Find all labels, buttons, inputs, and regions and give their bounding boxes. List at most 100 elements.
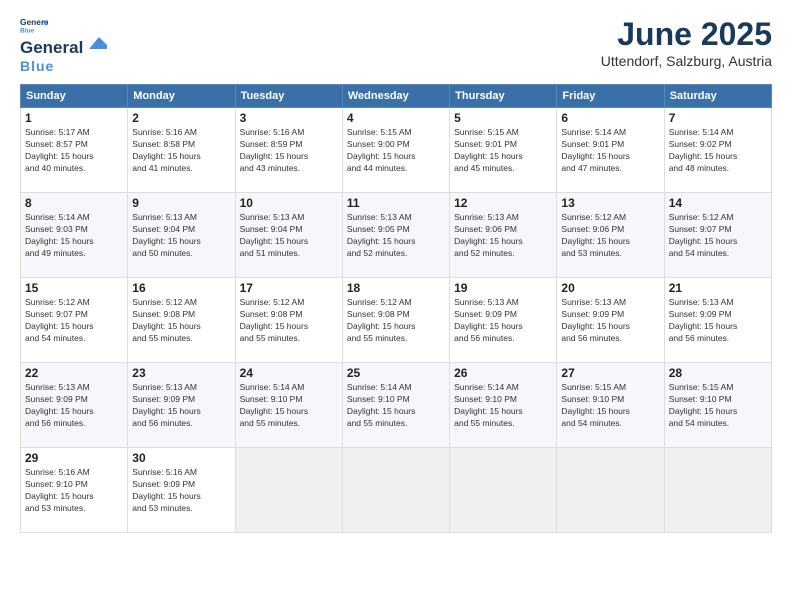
day-info: Sunrise: 5:14 AMSunset: 9:01 PMDaylight:… <box>561 127 630 173</box>
calendar-week-4: 22 Sunrise: 5:13 AMSunset: 9:09 PMDayligh… <box>21 363 772 448</box>
day-number: 21 <box>669 281 767 295</box>
day-number: 19 <box>454 281 552 295</box>
day-7: 7 Sunrise: 5:14 AMSunset: 9:02 PMDaylight… <box>664 108 771 193</box>
day-16: 16 Sunrise: 5:12 AMSunset: 9:08 PMDayligh… <box>128 278 235 363</box>
day-number: 3 <box>240 111 338 125</box>
day-22: 22 Sunrise: 5:13 AMSunset: 9:09 PMDayligh… <box>21 363 128 448</box>
day-info: Sunrise: 5:14 AMSunset: 9:10 PMDaylight:… <box>347 382 416 428</box>
col-saturday: Saturday <box>664 85 771 108</box>
day-number: 23 <box>132 366 230 380</box>
page: General Blue General Blue June 2025 Utte… <box>0 0 792 612</box>
day-number: 1 <box>25 111 123 125</box>
col-wednesday: Wednesday <box>342 85 449 108</box>
day-23: 23 Sunrise: 5:13 AMSunset: 9:09 PMDayligh… <box>128 363 235 448</box>
day-number: 28 <box>669 366 767 380</box>
day-12: 12 Sunrise: 5:13 AMSunset: 9:06 PMDayligh… <box>450 193 557 278</box>
day-29: 29 Sunrise: 5:16 AMSunset: 9:10 PMDayligh… <box>21 448 128 533</box>
day-number: 10 <box>240 196 338 210</box>
day-8: 8Sunrise: 5:14 AMSunset: 9:03 PMDaylight… <box>21 193 128 278</box>
day-24: 24 Sunrise: 5:14 AMSunset: 9:10 PMDayligh… <box>235 363 342 448</box>
col-thursday: Thursday <box>450 85 557 108</box>
day-number: 5 <box>454 111 552 125</box>
day-info: Sunrise: 5:12 AMSunset: 9:08 PMDaylight:… <box>240 297 309 343</box>
day-26: 26 Sunrise: 5:14 AMSunset: 9:10 PMDayligh… <box>450 363 557 448</box>
day-info: Sunrise: 5:13 AMSunset: 9:05 PMDaylight:… <box>347 212 416 258</box>
logo-icon: General Blue <box>20 16 48 36</box>
day-info: Sunrise: 5:15 AMSunset: 9:10 PMDaylight:… <box>669 382 738 428</box>
day-info: Sunrise: 5:13 AMSunset: 9:06 PMDaylight:… <box>454 212 523 258</box>
day-info: Sunrise: 5:16 AMSunset: 9:10 PMDaylight:… <box>25 467 94 513</box>
day-4: 4 Sunrise: 5:15 AMSunset: 9:00 PMDaylight… <box>342 108 449 193</box>
col-tuesday: Tuesday <box>235 85 342 108</box>
day-19: 19Sunrise: 5:13 AMSunset: 9:09 PMDayligh… <box>450 278 557 363</box>
day-15: 15Sunrise: 5:12 AMSunset: 9:07 PMDayligh… <box>21 278 128 363</box>
day-5: 5Sunrise: 5:15 AMSunset: 9:01 PMDaylight… <box>450 108 557 193</box>
day-number: 12 <box>454 196 552 210</box>
day-6: 6 Sunrise: 5:14 AMSunset: 9:01 PMDaylight… <box>557 108 664 193</box>
day-info: Sunrise: 5:14 AMSunset: 9:10 PMDaylight:… <box>240 382 309 428</box>
day-number: 17 <box>240 281 338 295</box>
day-28: 28 Sunrise: 5:15 AMSunset: 9:10 PMDayligh… <box>664 363 771 448</box>
day-info: Sunrise: 5:16 AMSunset: 8:58 PMDaylight:… <box>132 127 201 173</box>
day-3: 3 Sunrise: 5:16 AMSunset: 8:59 PMDaylight… <box>235 108 342 193</box>
day-info: Sunrise: 5:16 AMSunset: 8:59 PMDaylight:… <box>240 127 309 173</box>
day-info: Sunrise: 5:12 AMSunset: 9:08 PMDaylight:… <box>347 297 416 343</box>
day-number: 18 <box>347 281 445 295</box>
day-info: Sunrise: 5:15 AMSunset: 9:10 PMDaylight:… <box>561 382 630 428</box>
day-10: 10 Sunrise: 5:13 AMSunset: 9:04 PMDayligh… <box>235 193 342 278</box>
day-number: 26 <box>454 366 552 380</box>
day-info: Sunrise: 5:14 AMSunset: 9:10 PMDaylight:… <box>454 382 523 428</box>
day-info: Sunrise: 5:13 AMSunset: 9:04 PMDaylight:… <box>132 212 201 258</box>
header: General Blue General Blue June 2025 Utte… <box>20 16 772 74</box>
day-info: Sunrise: 5:14 AMSunset: 9:03 PMDaylight:… <box>25 212 94 258</box>
day-number: 25 <box>347 366 445 380</box>
day-info: Sunrise: 5:12 AMSunset: 9:08 PMDaylight:… <box>132 297 201 343</box>
day-number: 16 <box>132 281 230 295</box>
day-info: Sunrise: 5:13 AMSunset: 9:09 PMDaylight:… <box>669 297 738 343</box>
day-info: Sunrise: 5:14 AMSunset: 9:02 PMDaylight:… <box>669 127 738 173</box>
month-title: June 2025 <box>601 16 772 53</box>
col-friday: Friday <box>557 85 664 108</box>
day-number: 2 <box>132 111 230 125</box>
day-number: 20 <box>561 281 659 295</box>
calendar-week-3: 15Sunrise: 5:12 AMSunset: 9:07 PMDayligh… <box>21 278 772 363</box>
day-13: 13 Sunrise: 5:12 AMSunset: 9:06 PMDayligh… <box>557 193 664 278</box>
day-info: Sunrise: 5:12 AMSunset: 9:06 PMDaylight:… <box>561 212 630 258</box>
day-number: 14 <box>669 196 767 210</box>
day-number: 4 <box>347 111 445 125</box>
day-number: 22 <box>25 366 123 380</box>
day-info: Sunrise: 5:15 AMSunset: 9:00 PMDaylight:… <box>347 127 416 173</box>
day-info: Sunrise: 5:16 AMSunset: 9:09 PMDaylight:… <box>132 467 201 513</box>
location: Uttendorf, Salzburg, Austria <box>601 53 772 69</box>
day-info: Sunrise: 5:13 AMSunset: 9:09 PMDaylight:… <box>132 382 201 428</box>
day-empty <box>557 448 664 533</box>
day-17: 17 Sunrise: 5:12 AMSunset: 9:08 PMDayligh… <box>235 278 342 363</box>
col-monday: Monday <box>128 85 235 108</box>
day-2: 2 Sunrise: 5:16 AMSunset: 8:58 PMDaylight… <box>128 108 235 193</box>
day-18: 18 Sunrise: 5:12 AMSunset: 9:08 PMDayligh… <box>342 278 449 363</box>
day-number: 29 <box>25 451 123 465</box>
calendar-week-1: 1 Sunrise: 5:17 AMSunset: 8:57 PMDaylight… <box>21 108 772 193</box>
calendar-header-row: Sunday Monday Tuesday Wednesday Thursday… <box>21 85 772 108</box>
title-block: June 2025 Uttendorf, Salzburg, Austria <box>601 16 772 69</box>
day-number: 9 <box>132 196 230 210</box>
day-20: 20 Sunrise: 5:13 AMSunset: 9:09 PMDayligh… <box>557 278 664 363</box>
day-number: 11 <box>347 196 445 210</box>
calendar-table: Sunday Monday Tuesday Wednesday Thursday… <box>20 84 772 533</box>
day-info: Sunrise: 5:17 AMSunset: 8:57 PMDaylight:… <box>25 127 94 173</box>
calendar-week-2: 8Sunrise: 5:14 AMSunset: 9:03 PMDaylight… <box>21 193 772 278</box>
day-11: 11 Sunrise: 5:13 AMSunset: 9:05 PMDayligh… <box>342 193 449 278</box>
day-info: Sunrise: 5:12 AMSunset: 9:07 PMDaylight:… <box>25 297 94 343</box>
day-number: 6 <box>561 111 659 125</box>
day-info: Sunrise: 5:13 AMSunset: 9:09 PMDaylight:… <box>561 297 630 343</box>
day-number: 7 <box>669 111 767 125</box>
day-27: 27 Sunrise: 5:15 AMSunset: 9:10 PMDayligh… <box>557 363 664 448</box>
day-info: Sunrise: 5:13 AMSunset: 9:09 PMDaylight:… <box>25 382 94 428</box>
day-number: 13 <box>561 196 659 210</box>
day-1: 1 Sunrise: 5:17 AMSunset: 8:57 PMDaylight… <box>21 108 128 193</box>
day-info: Sunrise: 5:13 AMSunset: 9:04 PMDaylight:… <box>240 212 309 258</box>
day-21: 21 Sunrise: 5:13 AMSunset: 9:09 PMDayligh… <box>664 278 771 363</box>
day-number: 27 <box>561 366 659 380</box>
col-sunday: Sunday <box>21 85 128 108</box>
day-number: 24 <box>240 366 338 380</box>
